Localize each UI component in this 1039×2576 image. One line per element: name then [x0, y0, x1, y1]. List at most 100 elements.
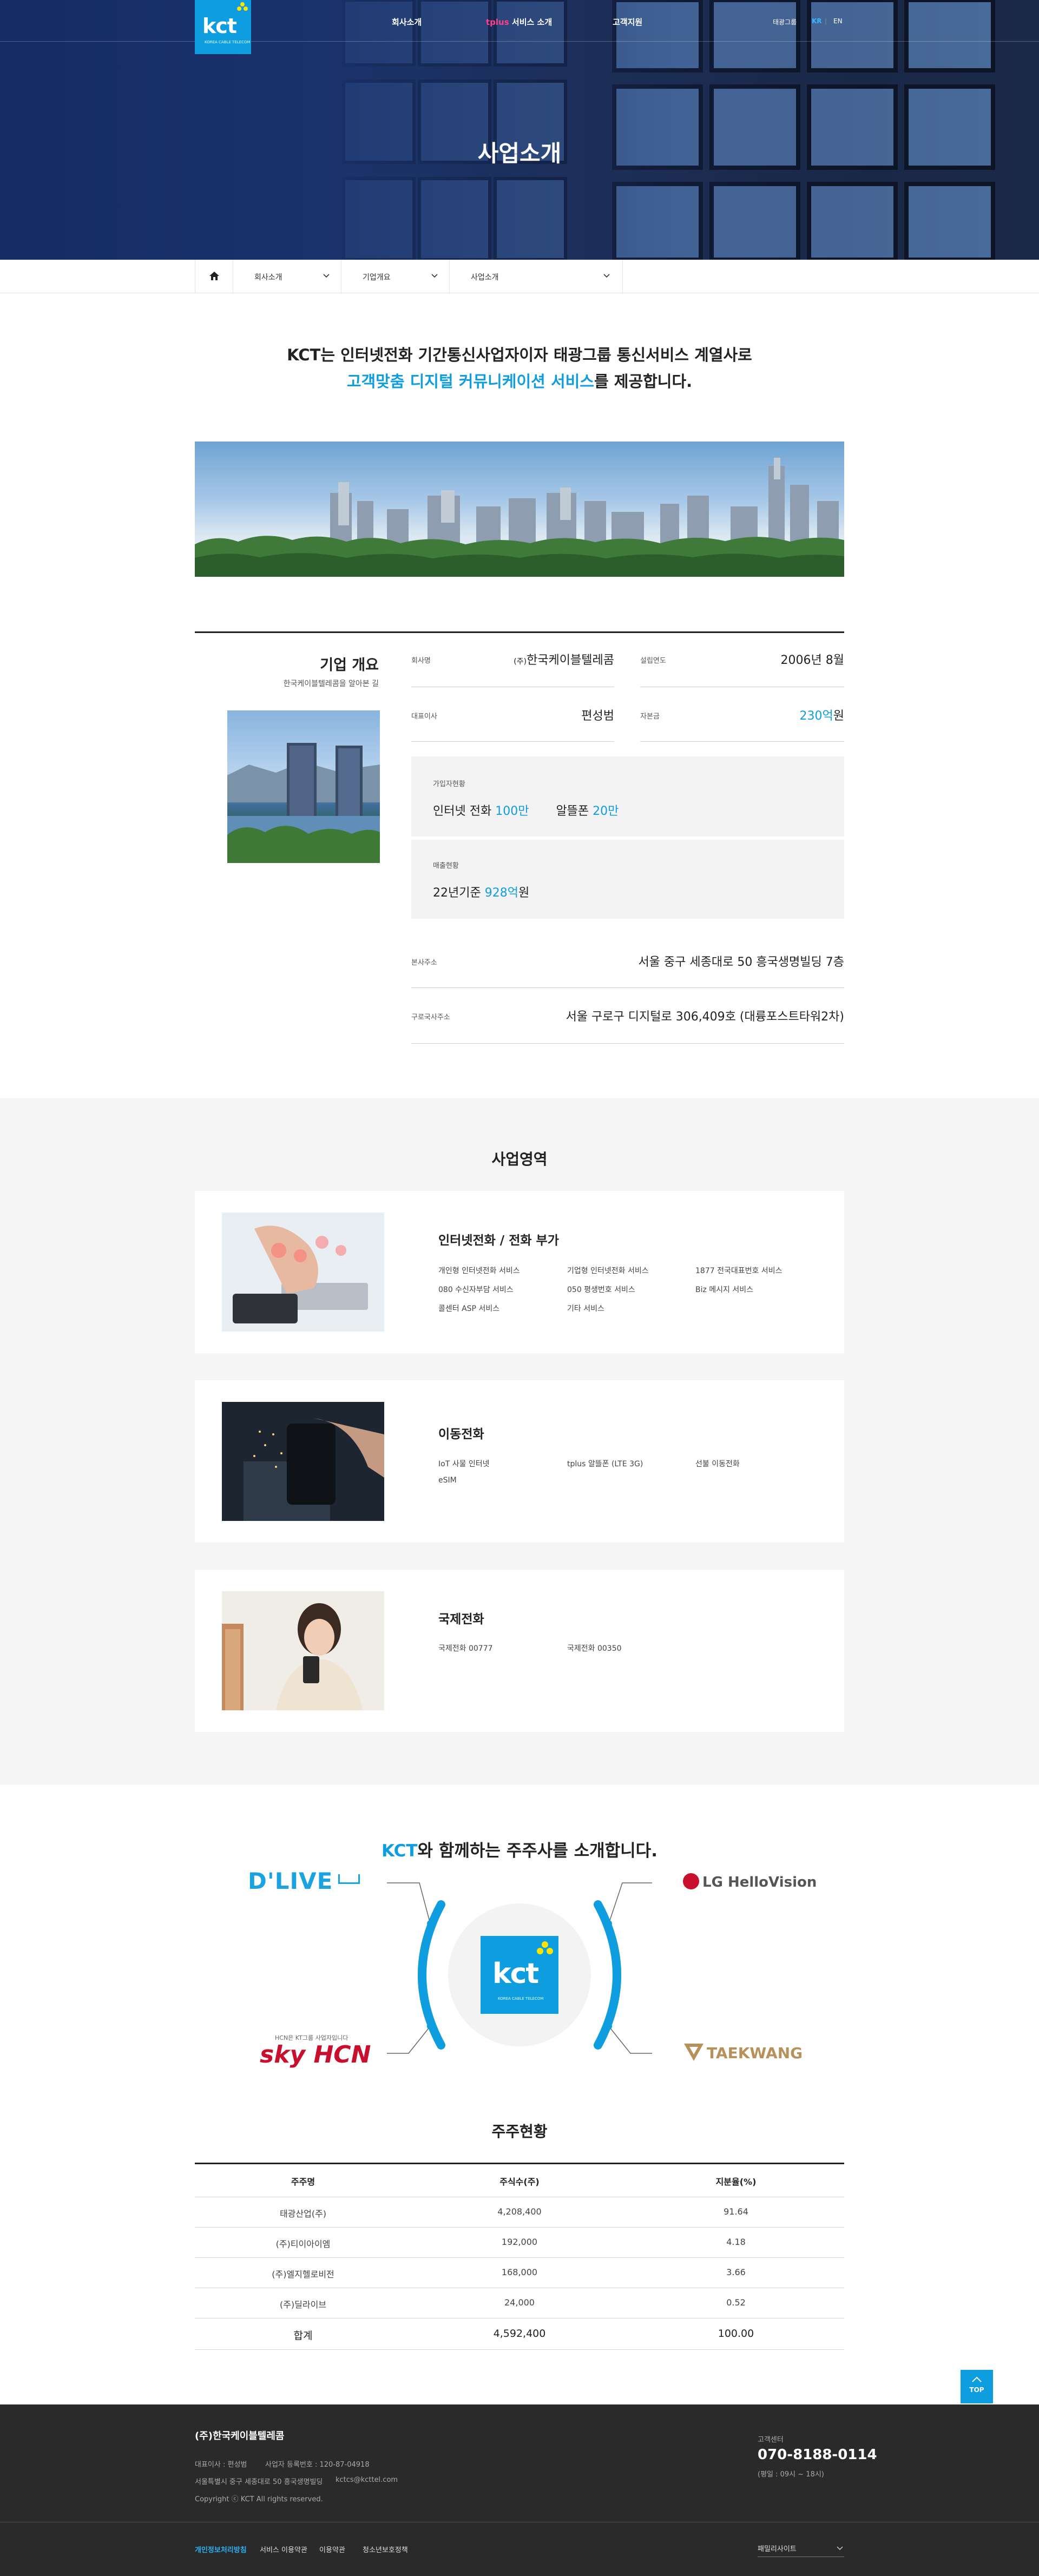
- card-title: 인터넷전화 / 전화 부가: [438, 1234, 559, 1248]
- group-link[interactable]: 태광그룹: [773, 17, 797, 27]
- share-table-title: 주주현황: [491, 2123, 548, 2140]
- sales-label: 매출현황: [433, 862, 459, 870]
- subscribers-label: 가입자현황: [433, 780, 465, 788]
- card-title: 국제전화: [438, 1612, 484, 1626]
- breadcrumb-overview[interactable]: 기업개요: [363, 272, 391, 282]
- intro-line-1: KCT는 인터넷전화 기간통신사업자이자 태광그룹 통신서비스 계열사로: [287, 346, 752, 364]
- service-item: eSIM: [438, 1476, 457, 1485]
- logo-dots-icon: [237, 2, 248, 11]
- footer-copyright: Copyright ⓒ KCT All rights reserved.: [195, 2495, 323, 2503]
- business-section: 사업영역 인터넷전화 / 전화 부가 개인형 인터넷전화 서비스 기업형 인터넷…: [0, 1098, 1039, 1785]
- cs-label: 고객센터: [758, 2436, 784, 2444]
- lang-kr[interactable]: KR: [812, 17, 822, 25]
- breadcrumb: 회사소개 기업개요 사업소개: [0, 260, 1039, 293]
- business-card-internet-phone: 인터넷전화 / 전화 부가 개인형 인터넷전화 서비스 기업형 인터넷전화 서비…: [195, 1191, 844, 1353]
- city-skyline-image: [195, 442, 844, 577]
- lg-hellovision-logo: LG HelloVision: [702, 1874, 817, 1890]
- home-icon[interactable]: [208, 271, 220, 281]
- table-header: 주식수(주): [499, 2177, 540, 2187]
- card-title: 이동전화: [438, 1427, 484, 1441]
- footer-address: 서울특별시 중구 세종대로 50 흥국생명빌딩: [195, 2478, 323, 2486]
- chevron-down-icon[interactable]: [323, 273, 330, 279]
- lang-en[interactable]: EN: [833, 17, 843, 25]
- founded-label: 설립연도: [640, 657, 666, 665]
- company-label: 회사명: [411, 657, 431, 665]
- footer-company: (주)한국케이블텔레콤: [195, 2430, 285, 2442]
- ceo-label: 대표이사: [411, 713, 437, 721]
- footer-link-terms[interactable]: 이용약관: [319, 2544, 345, 2554]
- subscribers-box: 가입자현황 인터넷 전화 100만 알뜰폰 20만: [411, 756, 844, 836]
- chevron-down-icon: [837, 2546, 843, 2551]
- lg-logo-icon: [683, 1873, 699, 1889]
- internet-phone-image: [222, 1213, 384, 1332]
- service-item: 1877 전국대표번호 서비스: [695, 1267, 782, 1275]
- chevron-up-icon: [972, 2376, 982, 2382]
- ceo-value: 편성범: [581, 709, 614, 723]
- breadcrumb-business[interactable]: 사업소개: [471, 272, 499, 282]
- service-item: 콜센터 ASP 서비스: [438, 1305, 500, 1313]
- service-item: 기타 서비스: [567, 1305, 604, 1313]
- service-item: 선불 이동전화: [695, 1460, 740, 1468]
- service-item: IoT 사물 인터넷: [438, 1460, 490, 1468]
- header-divider: [0, 41, 1039, 42]
- capital-label: 자본금: [640, 713, 660, 721]
- center-kct-logo: kct KOREA CABLE TELECOM: [481, 1936, 558, 2014]
- footer-link-privacy[interactable]: 개인정보처리방침: [195, 2544, 247, 2554]
- hero-banner: kct KOREA CABLE TELECOM 회사소개 tplus 서비스 소…: [0, 0, 1039, 260]
- international-call-image: [222, 1591, 384, 1710]
- service-item: Biz 메시지 서비스: [695, 1286, 754, 1294]
- hq-label: 본사주소: [411, 959, 437, 967]
- subscribers-value: 인터넷 전화 100만 알뜰폰 20만: [433, 805, 619, 818]
- guro-value: 서울 구로구 디지털로 306,409호 (대륭포스트타워2차): [565, 1010, 844, 1024]
- overview-top-rule: [195, 631, 844, 633]
- footer-email[interactable]: kctcs@kcttel.com: [336, 2476, 398, 2484]
- cs-phone[interactable]: 070-8188-0114: [758, 2447, 877, 2463]
- chevron-down-icon[interactable]: [431, 273, 438, 279]
- founded-value: 2006년 8월: [780, 654, 844, 667]
- capital-value: 230억원: [799, 709, 844, 723]
- taekwang-logo-icon: [684, 2044, 703, 2061]
- hq-value: 서울 중구 세종대로 50 흥국생명빌딩 7층: [638, 956, 844, 969]
- service-item: tplus 알뜰폰 (LTE 3G): [567, 1460, 643, 1468]
- skyhcn-logo: sky HCN: [260, 2041, 371, 2068]
- guro-label: 구로국사주소: [411, 1013, 450, 1022]
- breadcrumb-company[interactable]: 회사소개: [254, 272, 282, 282]
- nav-services[interactable]: tplus 서비스 소개: [486, 16, 552, 28]
- service-item: 080 수신자부담 서비스: [438, 1286, 514, 1294]
- service-item: 050 평생번호 서비스: [567, 1286, 635, 1294]
- logo-dots-icon: [537, 1941, 553, 1954]
- scroll-top-button[interactable]: TOP: [961, 2370, 993, 2403]
- footer-link-service-terms[interactable]: 서비스 이용약관: [260, 2544, 307, 2554]
- kct-logo[interactable]: kct KOREA CABLE TELECOM: [195, 0, 251, 54]
- business-card-mobile: 이동전화 IoT 사물 인터넷 tplus 알뜰폰 (LTE 3G) 선불 이동…: [195, 1380, 844, 1543]
- family-site-select[interactable]: 패밀리사이트: [758, 2540, 844, 2557]
- shareholders-title: KCT와 함께하는 주주사를 소개합니다.: [382, 1841, 657, 1861]
- building-facade-image: [333, 0, 1039, 260]
- logo-text: kct: [202, 14, 237, 38]
- overview-title: 기업 개요: [320, 657, 379, 674]
- taekwang-logo: TAEKWANG: [707, 2044, 803, 2062]
- building-photo: [227, 710, 380, 863]
- cs-hours: (평일 : 09시 ~ 18시): [758, 2470, 824, 2479]
- service-item: 국제전화 00777: [438, 1644, 493, 1653]
- page-title: 사업소개: [477, 140, 562, 167]
- intro-line-2: 고객맞춤 디지털 커뮤니케이션 서비스를 제공합니다.: [346, 372, 693, 391]
- service-item: 기업형 인터넷전화 서비스: [567, 1267, 649, 1275]
- sales-value: 22년기준 928억원: [433, 886, 530, 900]
- logo-subtext: KOREA CABLE TELECOM: [205, 40, 251, 44]
- nav-support[interactable]: 고객지원: [613, 16, 642, 28]
- business-card-international: 국제전화 국제전화 00777 국제전화 00350: [195, 1570, 844, 1732]
- service-item: 개인형 인터넷전화 서비스: [438, 1267, 520, 1275]
- table-header: 주주명: [291, 2177, 315, 2187]
- service-item: 국제전화 00350: [567, 1644, 622, 1653]
- chevron-down-icon[interactable]: [603, 273, 610, 279]
- footer-link-youth[interactable]: 청소년보호정책: [363, 2544, 408, 2554]
- table-top-rule: [195, 2163, 844, 2164]
- company-value: (주)한국케이블텔레콤: [514, 654, 614, 667]
- business-title: 사업영역: [491, 1150, 548, 1168]
- nav-company[interactable]: 회사소개: [392, 16, 422, 28]
- footer-ceo: 대표이사 : 편성범: [195, 2461, 247, 2469]
- mobile-image: [222, 1402, 384, 1521]
- sales-box: 매출현황 22년기준 928억원: [411, 840, 844, 919]
- footer-biz-no: 사업자 등록번호 : 120-87-04918: [265, 2461, 370, 2469]
